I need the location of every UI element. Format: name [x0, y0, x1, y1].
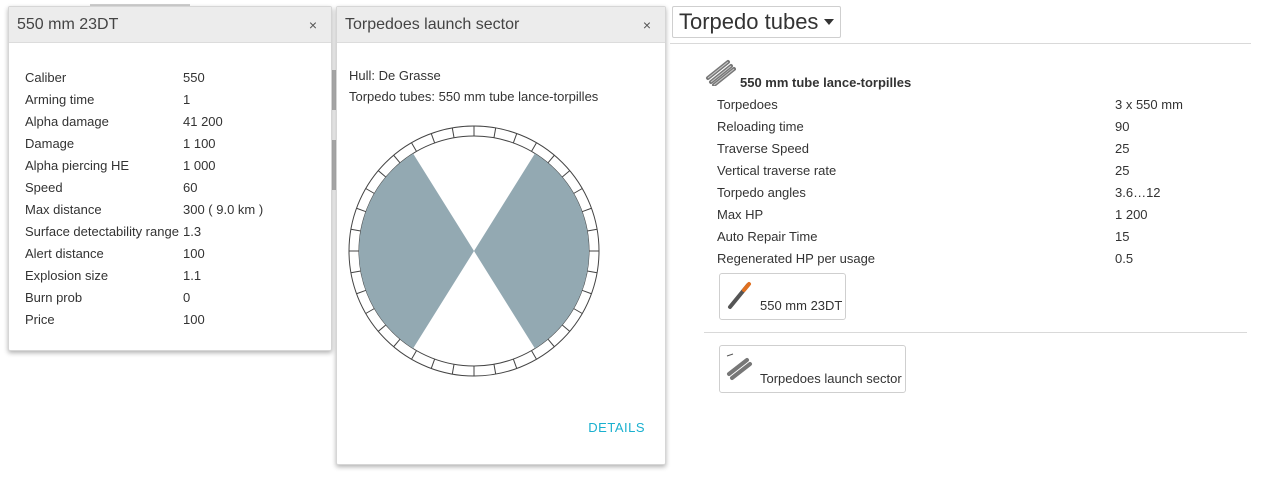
stat-label: Burn prob [25, 289, 83, 305]
stat-row: Traverse Speed 25 [717, 137, 1235, 159]
stat-row: Caliber 550 [25, 66, 303, 88]
ammo-panel-header: 550 mm 23DT × [9, 7, 331, 43]
stat-value: 3.6…12 [1115, 184, 1161, 200]
sector-panel: Torpedoes launch sector × Hull: De Grass… [336, 6, 666, 465]
launch-sector-icon [726, 353, 752, 380]
stat-label: Speed [25, 179, 63, 195]
stat-row: Torpedoes 3 x 550 mm [717, 93, 1235, 115]
stat-label: Auto Repair Time [717, 228, 818, 244]
stat-row: Alert distance 100 [25, 242, 303, 264]
torpedo-icon [728, 282, 751, 309]
stat-row: Speed 60 [25, 176, 303, 198]
dropdown-label: Torpedo tubes [679, 9, 819, 34]
stat-label: Traverse Speed [717, 140, 810, 156]
stat-value: 100 [183, 245, 205, 261]
stat-row: Regenerated HP per usage 0.5 [717, 247, 1235, 269]
stat-label: Alpha damage [25, 113, 109, 129]
stat-row: Torpedo angles 3.6…12 [717, 181, 1235, 203]
stat-label: Torpedoes [717, 96, 778, 112]
stat-row: Arming time 1 [25, 88, 303, 110]
stat-value: 3 x 550 mm [1115, 96, 1183, 112]
stat-row: Auto Repair Time 15 [717, 225, 1235, 247]
stat-value: 1 000 [183, 157, 216, 173]
stat-row: Vertical traverse rate 25 [717, 159, 1235, 181]
stat-label: Price [25, 311, 55, 327]
stat-value: 15 [1115, 228, 1130, 244]
stat-label: Explosion size [25, 267, 109, 283]
close-icon[interactable]: × [643, 18, 651, 32]
stat-value: 1.3 [183, 223, 202, 239]
divider [704, 332, 1247, 333]
stat-value: 300 ( 9.0 km ) [183, 201, 264, 217]
torpedo-ammo-button[interactable]: 550 mm 23DT [719, 273, 846, 320]
torpedo-tube-icon [706, 60, 736, 86]
stat-row: Alpha piercing HE 1 000 [25, 154, 303, 176]
stat-label: Damage [25, 135, 75, 151]
stat-value: 1.1 [183, 267, 202, 283]
stat-row: Explosion size 1.1 [25, 264, 303, 286]
stat-label: Regenerated HP per usage [717, 250, 876, 266]
tubes-line: Torpedo tubes: 550 mm tube lance-torpill… [349, 89, 599, 104]
stat-value: 0.5 [1115, 250, 1134, 266]
stat-label: Alert distance [25, 245, 104, 261]
stat-value: 41 200 [183, 113, 223, 129]
launch-sector-label: Torpedoes launch sector [760, 371, 902, 386]
stat-row: Max HP 1 200 [717, 203, 1235, 225]
stat-label: Arming time [25, 91, 95, 107]
launch-sector-button[interactable]: Torpedoes launch sector [719, 345, 906, 393]
hull-line: Hull: De Grasse [349, 68, 441, 83]
sector-panel-title: Torpedoes launch sector [345, 15, 520, 33]
launch-sector-diagram [348, 125, 600, 377]
ammo-panel-title: 550 mm 23DT [17, 15, 119, 33]
stat-label: Max distance [25, 201, 102, 217]
stat-value: 100 [183, 311, 205, 327]
stat-label: Max HP [717, 206, 764, 222]
close-icon[interactable]: × [309, 18, 317, 32]
stat-row: Price 100 [25, 308, 303, 330]
stat-label: Alpha piercing HE [25, 157, 130, 173]
stat-value: 550 [183, 69, 205, 85]
stat-row: Reloading time 90 [717, 115, 1235, 137]
stat-value: 60 [183, 179, 198, 195]
stat-value: 25 [1115, 140, 1130, 156]
stat-label: Reloading time [717, 118, 804, 134]
stat-row: Surface detectability range 1.3 [25, 220, 303, 242]
stat-row: Max distance 300 ( 9.0 km ) [25, 198, 303, 220]
ammo-panel: 550 mm 23DT × Caliber 550 Arming time 1 Alph… [8, 6, 332, 351]
stat-row: Alpha damage 41 200 [25, 110, 303, 132]
stat-label: Torpedo angles [717, 184, 806, 200]
stat-row: Burn prob 0 [25, 286, 303, 308]
tube-stats-table: Torpedoes 3 x 550 mm Reloading time 90 Trave… [717, 93, 1235, 269]
caret-down-icon [824, 19, 835, 25]
module-title: 550 mm tube lance-torpilles [740, 75, 912, 90]
torpedo-tubes-dropdown[interactable]: Torpedo tubes [672, 6, 842, 38]
stat-value: 1 200 [1115, 206, 1148, 222]
details-link[interactable]: DETAILS [588, 420, 645, 435]
stat-value: 1 [183, 91, 191, 107]
stat-label: Caliber [25, 69, 67, 85]
divider [670, 43, 1251, 44]
stat-row: Damage 1 100 [25, 132, 303, 154]
torpedo-ammo-label: 550 mm 23DT [760, 298, 843, 313]
ammo-stats-table: Caliber 550 Arming time 1 Alpha damage 41 200… [25, 66, 303, 330]
stat-label: Surface detectability range [25, 223, 179, 239]
stat-value: 1 100 [183, 135, 216, 151]
sector-panel-header: Torpedoes launch sector × [337, 7, 665, 43]
stat-label: Vertical traverse rate [717, 162, 837, 178]
stat-value: 0 [183, 289, 191, 305]
stat-value: 90 [1115, 118, 1130, 134]
stat-value: 25 [1115, 162, 1130, 178]
